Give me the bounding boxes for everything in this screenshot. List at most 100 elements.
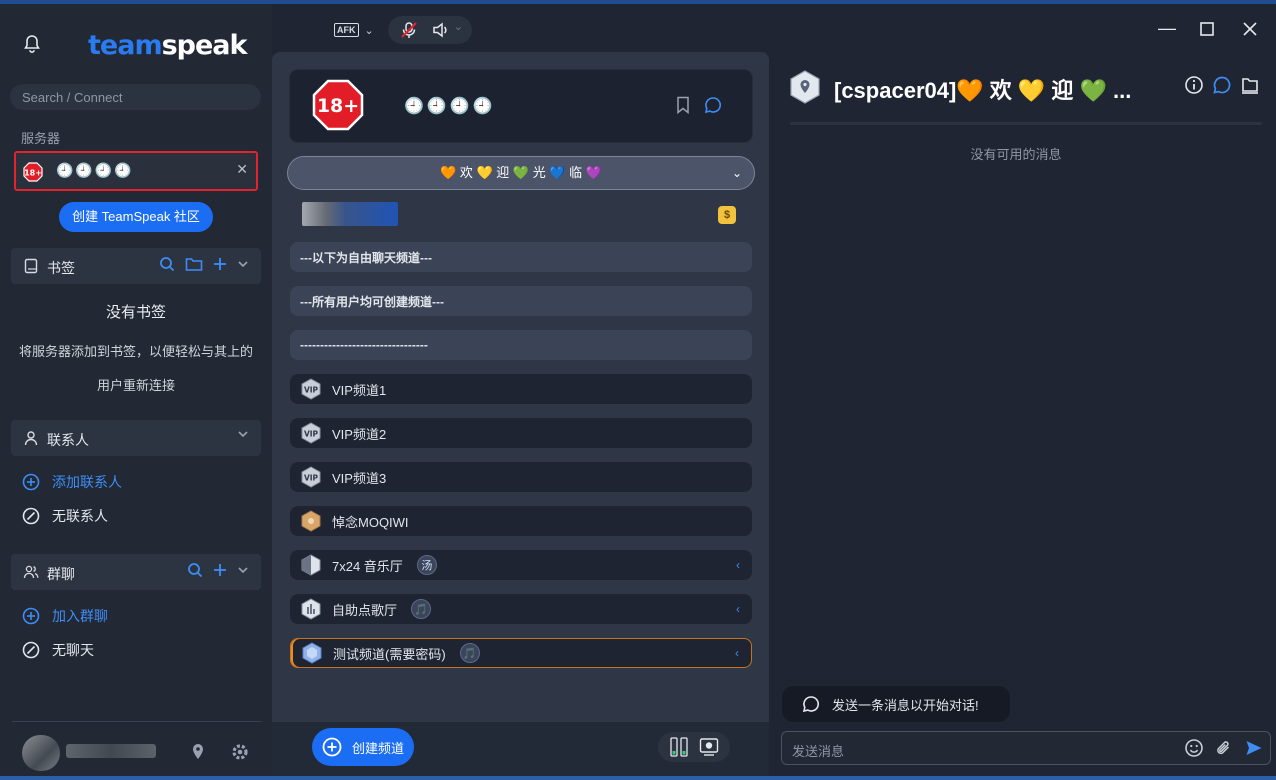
channel-song-request[interactable]: 自助点歌厅 🎵 ‹ xyxy=(290,594,752,624)
blurred-user-entry[interactable] xyxy=(302,202,398,226)
svg-text:18+: 18+ xyxy=(24,169,42,178)
channel-vip-2[interactable]: VIP VIP频道2 xyxy=(290,418,752,448)
channel-test-password[interactable]: 测试频道(需要密码) 🎵 ‹ xyxy=(290,638,752,668)
mic-muted-icon[interactable] xyxy=(400,21,418,39)
chevron-left-icon[interactable]: ‹ xyxy=(736,602,740,616)
start-tip-text: 发送一条消息以开始对话! xyxy=(832,697,979,713)
plus-icon[interactable] xyxy=(213,257,227,271)
close-icon[interactable]: ✕ xyxy=(236,161,248,178)
channel-separator[interactable]: -------------------------------- xyxy=(290,330,752,360)
attachment-icon[interactable] xyxy=(1214,738,1234,758)
servers-section-label: 服务器 xyxy=(21,131,61,146)
channel-label: 悼念MOQIWI xyxy=(332,514,409,530)
left-sidebar: teamspeak Search / Connect 服务器 18+ 🕘🕘🕘🕘 … xyxy=(0,4,272,776)
chevron-down-icon[interactable]: ⌄ xyxy=(365,24,374,37)
bell-icon[interactable] xyxy=(22,34,42,54)
chevron-down-icon[interactable] xyxy=(237,258,249,270)
contacts-label: 联系人 xyxy=(47,432,89,448)
afk-toggle[interactable]: AFK xyxy=(334,23,359,37)
svg-text:VIP: VIP xyxy=(304,386,319,395)
footer-tools xyxy=(658,732,730,762)
speaker-icon[interactable] xyxy=(432,21,450,39)
chevron-down-icon[interactable]: ⌄ xyxy=(454,20,463,33)
audio-level-icon[interactable] xyxy=(669,737,689,757)
channel-label: ---所有用户均可创建频道--- xyxy=(300,294,444,309)
chat-bubble-icon[interactable] xyxy=(1212,75,1232,95)
channel-vip-1[interactable]: VIP VIP频道1 xyxy=(290,374,752,404)
maximize-button[interactable] xyxy=(1200,22,1214,36)
coin-badge: $ xyxy=(718,206,736,224)
server-name: 🕘🕘🕘🕘 xyxy=(56,162,134,178)
music-channel-icon xyxy=(301,598,321,620)
chevron-left-icon[interactable]: ‹ xyxy=(735,646,739,660)
info-icon[interactable] xyxy=(1184,75,1204,95)
channel-label: VIP频道1 xyxy=(332,382,387,398)
channel-memorial[interactable]: 悼念MOQIWI xyxy=(290,506,752,536)
monitor-icon[interactable] xyxy=(699,737,719,757)
bookmarks-empty-description: 将服务器添加到书签，以便轻松与其上的用户重新连接 xyxy=(18,344,253,393)
search-icon[interactable] xyxy=(187,562,203,578)
create-community-button[interactable]: 创建 TeamSpeak 社区 xyxy=(59,202,213,232)
search-connect-input[interactable]: Search / Connect xyxy=(10,84,261,110)
contacts-header[interactable]: 联系人 xyxy=(11,420,261,456)
channel-separator[interactable]: ---所有用户均可创建频道--- xyxy=(290,286,752,316)
no-chats-label: 无聊天 xyxy=(52,642,94,658)
files-icon[interactable] xyxy=(1240,75,1260,95)
chat-header-divider xyxy=(790,122,1262,125)
channel-label: 7x24 音乐厅 xyxy=(332,558,403,574)
channel-label: VIP频道3 xyxy=(332,470,387,486)
search-icon[interactable] xyxy=(159,256,175,272)
create-channel-label: 创建频道 xyxy=(352,740,405,756)
send-icon[interactable] xyxy=(1244,738,1264,758)
server-name: 🕘🕘🕘🕘 xyxy=(404,98,496,115)
plus-icon[interactable] xyxy=(213,563,227,577)
chevron-down-icon[interactable] xyxy=(237,564,249,576)
chat-channel-title: [cspacer04]🧡 欢 💛 迎 💚 ... xyxy=(834,78,1132,103)
chevron-down-icon[interactable]: ⌄ xyxy=(732,157,742,189)
channel-tree-pane: 18+ 🕘🕘🕘🕘 🧡 欢 💛 迎 💚 光 💙 临 💜 ⌄ $ ---以下为自由聊… xyxy=(272,52,769,776)
bookmark-icon[interactable] xyxy=(676,96,690,114)
vip-channel-icon: VIP xyxy=(301,466,321,488)
chat-bubble-icon[interactable] xyxy=(704,96,722,114)
channel-vip-3[interactable]: VIP VIP频道3 xyxy=(290,462,752,492)
channel-music-hall[interactable]: 7x24 音乐厅 汤 ‹ xyxy=(290,550,752,580)
server-banner: 18+ 🕘🕘🕘🕘 xyxy=(290,70,752,142)
location-pin-icon[interactable] xyxy=(188,742,208,762)
channel-label: -------------------------------- xyxy=(300,338,428,352)
close-window-button[interactable] xyxy=(1243,22,1257,36)
user-avatar-chip[interactable]: 汤 xyxy=(416,555,437,575)
add-contact-button[interactable]: 添加联系人 xyxy=(22,472,122,492)
music-channel-icon xyxy=(301,554,321,576)
vip-channel-icon: VIP xyxy=(301,422,321,444)
add-circle-icon xyxy=(322,737,342,757)
chevron-down-icon[interactable] xyxy=(237,428,249,440)
adult-badge-icon: 18+ xyxy=(312,79,364,131)
emoji-icon[interactable] xyxy=(1184,738,1204,758)
bookmarks-empty-title: 没有书签 xyxy=(105,304,166,321)
folder-icon[interactable] xyxy=(185,256,203,272)
svg-text:18+: 18+ xyxy=(317,95,359,117)
user-avatar-chip[interactable]: 🎵 xyxy=(459,643,480,663)
user-avatar-chip[interactable]: 🎵 xyxy=(411,599,432,619)
start-conversation-tip: 发送一条消息以开始对话! xyxy=(782,686,1010,722)
chevron-left-icon[interactable]: ‹ xyxy=(736,558,740,572)
group-chats-header[interactable]: 群聊 xyxy=(11,554,261,590)
channel-label: VIP频道2 xyxy=(332,426,387,442)
svg-text:VIP: VIP xyxy=(304,430,319,439)
bookmarks-label: 书签 xyxy=(47,260,75,276)
chat-header-tools xyxy=(1184,75,1260,95)
create-channel-button[interactable]: 创建频道 xyxy=(312,728,414,766)
book-icon xyxy=(24,258,38,274)
bookmarks-header[interactable]: 书签 xyxy=(11,248,261,284)
welcome-channel-dropdown[interactable]: 🧡 欢 💛 迎 💚 光 💙 临 💜 ⌄ xyxy=(287,156,755,190)
avatar[interactable] xyxy=(22,735,60,771)
channel-separator[interactable]: ---以下为自由聊天频道--- xyxy=(290,242,752,272)
gear-icon[interactable] xyxy=(230,742,250,762)
no-chats-status: 无聊天 xyxy=(22,640,94,660)
server-item[interactable]: 18+ 🕘🕘🕘🕘 ✕ xyxy=(14,151,258,191)
join-group-button[interactable]: 加入群聊 xyxy=(22,606,108,626)
minimize-button[interactable]: — xyxy=(1158,18,1176,39)
channel-label: 自助点歌厅 xyxy=(332,602,398,618)
no-messages-text: 没有可用的消息 xyxy=(970,147,1062,162)
message-tools xyxy=(1184,738,1264,758)
